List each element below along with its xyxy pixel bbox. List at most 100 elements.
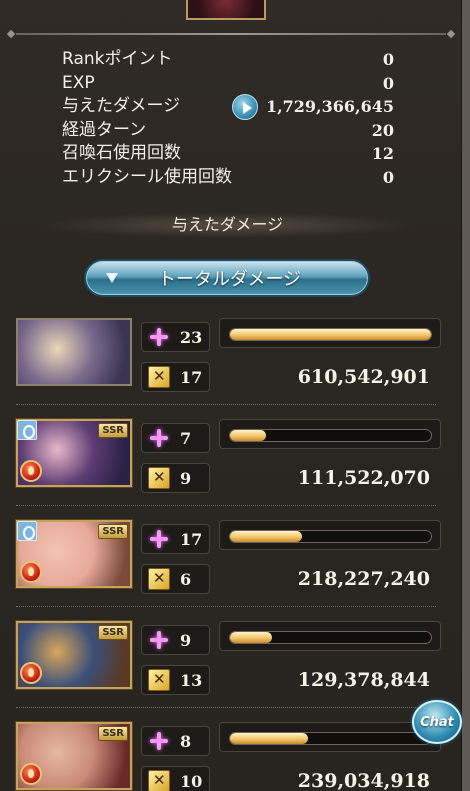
ougi-count-value: 13	[180, 670, 203, 690]
ougi-icon	[148, 770, 170, 791]
fire-element-icon	[20, 763, 42, 785]
ougi-icon	[148, 366, 170, 388]
skill-spark-icon	[148, 629, 170, 651]
chat-button[interactable]: Chat	[412, 700, 462, 744]
skill-spark-icon	[148, 427, 170, 449]
summary-value: 1,729,366,645	[265, 97, 394, 117]
summary-label: Rankポイント	[62, 49, 173, 70]
damage-value: 129,378,844	[297, 669, 430, 691]
damage-bar-fill	[230, 531, 303, 542]
row-separator	[16, 707, 436, 708]
skill-count: 23	[141, 322, 210, 352]
ougi-count-value: 9	[180, 468, 192, 488]
total-damage-label: トータルダメージ	[158, 269, 302, 290]
total-damage-button[interactable]: トータルダメージ	[84, 259, 370, 297]
character-row: SSR 17 6 218,227,240	[0, 512, 462, 612]
ougi-icon	[148, 467, 170, 489]
skill-count-value: 23	[180, 327, 203, 347]
damage-value: 218,227,240	[297, 568, 430, 590]
skill-count: 8	[141, 726, 210, 756]
damage-bar	[219, 520, 441, 550]
ougi-icon	[148, 568, 170, 590]
summary-row-elixirs: エリクシール使用回数 0	[62, 166, 394, 190]
skill-count: 17	[141, 524, 210, 554]
damage-bar	[219, 419, 441, 449]
skill-spark-icon	[148, 730, 170, 752]
summary-label: 与えたダメージ	[62, 96, 181, 117]
damage-bar-track	[229, 530, 432, 543]
damage-bar-track	[229, 732, 432, 745]
character-portrait[interactable]: SSR	[16, 621, 132, 689]
summary-value: 20	[371, 120, 394, 140]
row-separator	[16, 606, 436, 607]
ougi-count: 9	[141, 463, 210, 493]
play-icon[interactable]	[231, 93, 258, 120]
damage-value: 239,034,918	[297, 770, 430, 791]
fire-element-icon	[20, 460, 42, 482]
ougi-count: 10	[141, 766, 210, 791]
summary-row-damage: 与えたダメージ 1,729,366,645	[62, 93, 394, 120]
skill-spark-icon	[148, 326, 170, 348]
skill-count: 9	[141, 625, 210, 655]
scrollbar[interactable]	[462, 0, 470, 791]
damage-bar-track	[229, 631, 432, 644]
results-panel: Rankポイント 0 EXP 0 与えたダメージ 1,729,366,645 経…	[0, 0, 462, 791]
ssr-badge: SSR	[98, 423, 128, 438]
ougi-count: 13	[141, 665, 210, 695]
summary-label: EXP	[62, 72, 95, 93]
summary-value: 0	[382, 50, 394, 70]
skill-count: 7	[141, 423, 210, 453]
ougi-count-value: 6	[180, 569, 192, 589]
ougi-count: 17	[141, 362, 210, 392]
character-row: SSR 9 13 129,378,844	[0, 613, 462, 713]
summon-icon	[17, 521, 37, 541]
quest-banner-thumbnail	[186, 0, 266, 20]
character-row: SSR 8 10 239,034,918	[0, 714, 462, 791]
section-title: 与えたダメージ	[40, 212, 415, 238]
summary-label: 召喚石使用回数	[62, 143, 181, 164]
damage-bar	[219, 621, 441, 651]
skill-count-value: 17	[180, 529, 203, 549]
character-row: SSR 7 9 111,522,070	[0, 411, 462, 511]
damage-bar	[219, 722, 441, 752]
ssr-badge: SSR	[98, 625, 128, 640]
damage-value: 610,542,901	[297, 366, 430, 388]
damage-value: 111,522,070	[297, 467, 430, 489]
summary-value: 12	[371, 144, 394, 164]
summary-row-turns: 経過ターン 20	[62, 119, 394, 143]
chevron-down-icon	[106, 273, 118, 283]
summary-value-wrap: 1,729,366,645	[231, 93, 394, 120]
character-portrait[interactable]: SSR	[16, 722, 132, 790]
character-art	[18, 320, 130, 384]
ougi-icon	[148, 669, 170, 691]
divider-ornament	[6, 29, 456, 39]
skill-count-value: 8	[180, 731, 192, 751]
skill-spark-icon	[148, 528, 170, 550]
character-portrait[interactable]: SSR	[16, 419, 132, 487]
character-row: 23 17 610,542,901	[0, 310, 462, 410]
ougi-count: 6	[141, 564, 210, 594]
damage-bar-fill	[230, 733, 309, 744]
skill-count-value: 7	[180, 428, 192, 448]
character-portrait[interactable]	[16, 318, 132, 386]
ssr-badge: SSR	[98, 524, 128, 539]
summon-icon	[17, 420, 37, 440]
summary-row-summons: 召喚石使用回数 12	[62, 142, 394, 166]
damage-bar-track	[229, 328, 432, 341]
fire-element-icon	[20, 662, 42, 684]
chat-label: Chat	[420, 714, 454, 730]
damage-bar-track	[229, 429, 432, 442]
ougi-count-value: 10	[180, 771, 203, 791]
summary-value: 0	[382, 167, 394, 187]
damage-bar-fill	[230, 632, 273, 643]
summary-row-rank-points: Rankポイント 0	[62, 48, 394, 72]
character-portrait[interactable]: SSR	[16, 520, 132, 588]
fire-element-icon	[20, 561, 42, 583]
damage-bar-fill	[230, 329, 431, 340]
damage-bar-fill	[230, 430, 267, 441]
row-separator	[16, 404, 436, 405]
summary-label: エリクシール使用回数	[62, 166, 232, 187]
skill-count-value: 9	[180, 630, 192, 650]
damage-bar	[219, 318, 441, 348]
row-separator	[16, 505, 436, 506]
